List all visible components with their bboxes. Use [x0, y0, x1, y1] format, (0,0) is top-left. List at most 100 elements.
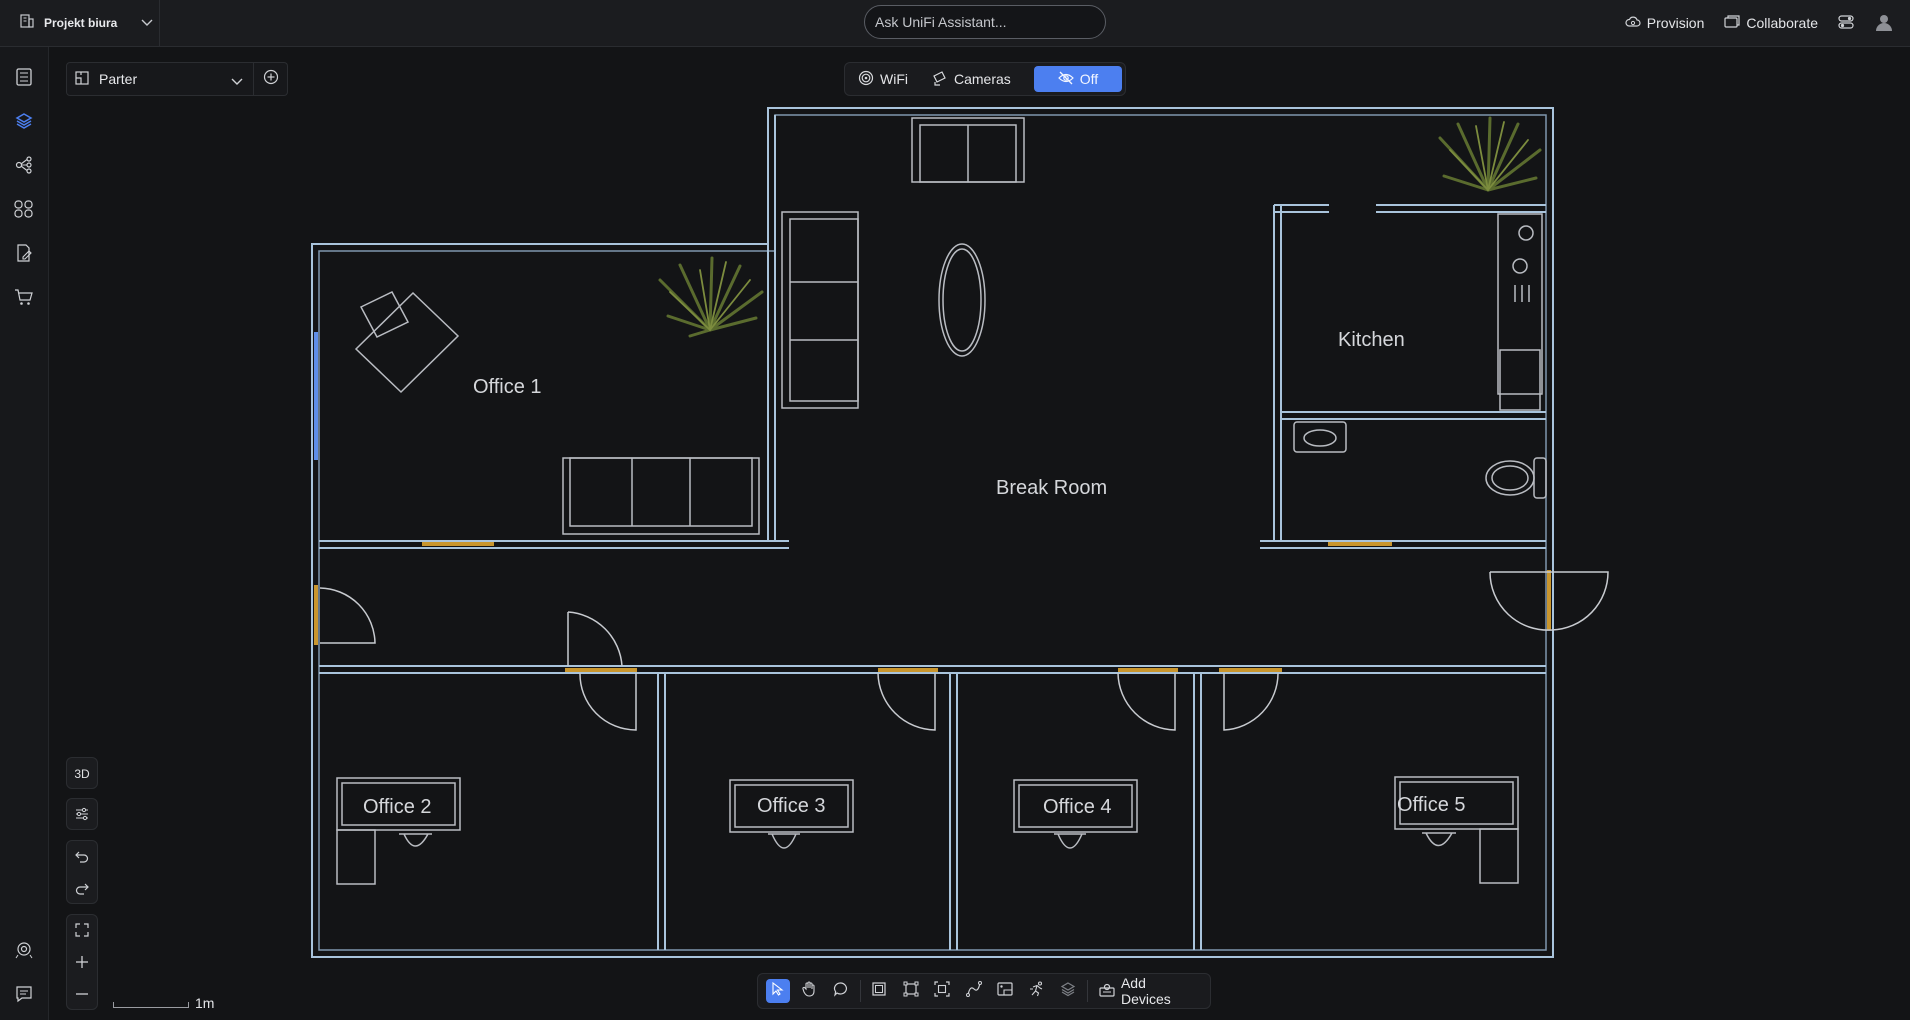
collaborate-label: Collaborate [1746, 15, 1818, 31]
chevron-down-icon [141, 14, 153, 32]
toolbar-divider [859, 980, 861, 1002]
view-3d-button[interactable]: 3D [67, 758, 97, 790]
room-icon [871, 981, 887, 1002]
view-wifi-label: WiFi [880, 71, 908, 87]
view-cameras-label: Cameras [954, 71, 1011, 87]
heatmap-view-toggle: WiFi Cameras Off [844, 62, 1126, 96]
sidebar-item-support[interactable] [13, 941, 35, 963]
camera-icon [932, 70, 948, 89]
sidebar-item-feedback[interactable] [13, 985, 35, 1007]
feedback-icon [15, 985, 33, 1008]
left-sidebar [0, 47, 49, 1020]
building-icon [20, 13, 34, 33]
area-tool-button[interactable] [927, 977, 958, 1005]
collaborate-icon [1724, 14, 1740, 32]
toggle-icon [1838, 14, 1854, 32]
view-cameras-button[interactable]: Cameras [922, 66, 1021, 92]
devices-icon [1099, 983, 1115, 1000]
room-label-office4: Office 4 [1043, 796, 1112, 818]
area-select-icon [934, 980, 950, 1002]
toolbar-divider [1086, 980, 1088, 1002]
cart-icon [14, 288, 34, 311]
fit-to-screen-button[interactable] [67, 915, 97, 947]
room-tool-button[interactable] [864, 977, 895, 1005]
hand-icon [801, 980, 817, 1002]
top-bar: Projekt biura Provision Collaborate [0, 0, 1910, 47]
floor-selector[interactable]: Parter [66, 62, 254, 96]
project-selector[interactable]: Projekt biura [0, 0, 160, 46]
room-label-office5: Office 5 [1397, 794, 1466, 816]
floor-name: Parter [99, 71, 138, 87]
sliders-button[interactable] [67, 799, 97, 831]
view-3d-tool: 3D [66, 757, 98, 789]
sidebar-item-devices[interactable] [13, 199, 35, 223]
pan-tool-button[interactable] [794, 977, 825, 1005]
redo-button[interactable] [67, 873, 97, 905]
minus-icon [75, 987, 89, 1004]
layout-toggle-button[interactable] [1838, 14, 1854, 32]
zoom-tools [66, 914, 98, 1010]
view-off-label: Off [1079, 71, 1099, 87]
running-person-icon [1029, 980, 1045, 1002]
provision-button[interactable]: Provision [1625, 15, 1705, 32]
wall-icon [903, 981, 919, 1002]
undo-button[interactable] [67, 841, 97, 873]
undo-icon [75, 849, 89, 866]
cursor-icon [772, 981, 784, 1001]
redo-icon [75, 881, 89, 898]
sidebar-item-store[interactable] [13, 288, 35, 310]
add-devices-label: Add Devices [1120, 975, 1171, 1007]
assistant-input[interactable] [875, 14, 1095, 30]
comment-tool-button[interactable] [825, 977, 856, 1005]
scale-label: 1m [195, 995, 215, 1011]
view-off-button[interactable]: Off [1034, 66, 1122, 92]
drawing-toolbar: Add Devices [757, 973, 1211, 1009]
sidebar-item-layers[interactable] [13, 112, 35, 134]
select-tool-button[interactable] [766, 979, 790, 1003]
outer-wall-inner [318, 114, 1547, 951]
collaborate-button[interactable]: Collaborate [1724, 14, 1818, 32]
add-devices-button[interactable]: Add Devices [1091, 975, 1206, 1007]
plant-icon [1438, 116, 1542, 192]
support-icon [15, 941, 33, 964]
room-label-office3: Office 3 [757, 795, 826, 817]
zoom-in-button[interactable] [67, 947, 97, 979]
room-label-kitchen: Kitchen [1338, 329, 1405, 351]
wifi-icon [858, 70, 874, 89]
topology-icon [15, 155, 33, 179]
image-tool-button[interactable] [990, 977, 1021, 1005]
floor-plan-canvas[interactable]: Office 1 Break Room Kitchen Office 2 Off… [0, 0, 1910, 1020]
motion-tool-button[interactable] [1021, 977, 1052, 1005]
image-icon [997, 981, 1013, 1002]
scale-bar [113, 1002, 189, 1008]
user-avatar[interactable] [1874, 12, 1894, 35]
layers-icon [1060, 981, 1076, 1002]
sidebar-item-list[interactable] [13, 67, 35, 91]
layers-icon [15, 112, 33, 135]
path-icon [965, 980, 982, 1002]
room-label-office1: Office 1 [473, 376, 542, 398]
assistant-search[interactable] [864, 5, 1106, 39]
add-floor-button[interactable] [254, 62, 288, 96]
document-edit-icon [15, 243, 33, 267]
floor-plan-icon [75, 70, 89, 88]
window [314, 332, 318, 460]
room-label-office2: Office 2 [363, 796, 432, 818]
comment-icon [833, 981, 849, 1002]
layers-tool-button[interactable] [1052, 977, 1083, 1005]
plant-icon [658, 256, 764, 338]
wall-tool-button[interactable] [895, 977, 926, 1005]
zoom-out-button[interactable] [67, 979, 97, 1011]
chevron-down-icon [231, 73, 243, 89]
plus-icon [75, 955, 89, 972]
view-wifi-button[interactable]: WiFi [848, 66, 918, 92]
provision-label: Provision [1646, 15, 1705, 31]
avatar-icon [1874, 12, 1894, 35]
history-tools [66, 840, 98, 904]
list-icon [16, 67, 32, 91]
devices-grid-icon [14, 199, 34, 223]
sidebar-item-documents[interactable] [13, 243, 35, 267]
path-tool-button[interactable] [958, 977, 989, 1005]
sidebar-item-topology[interactable] [13, 155, 35, 179]
sliders-icon [75, 807, 89, 824]
